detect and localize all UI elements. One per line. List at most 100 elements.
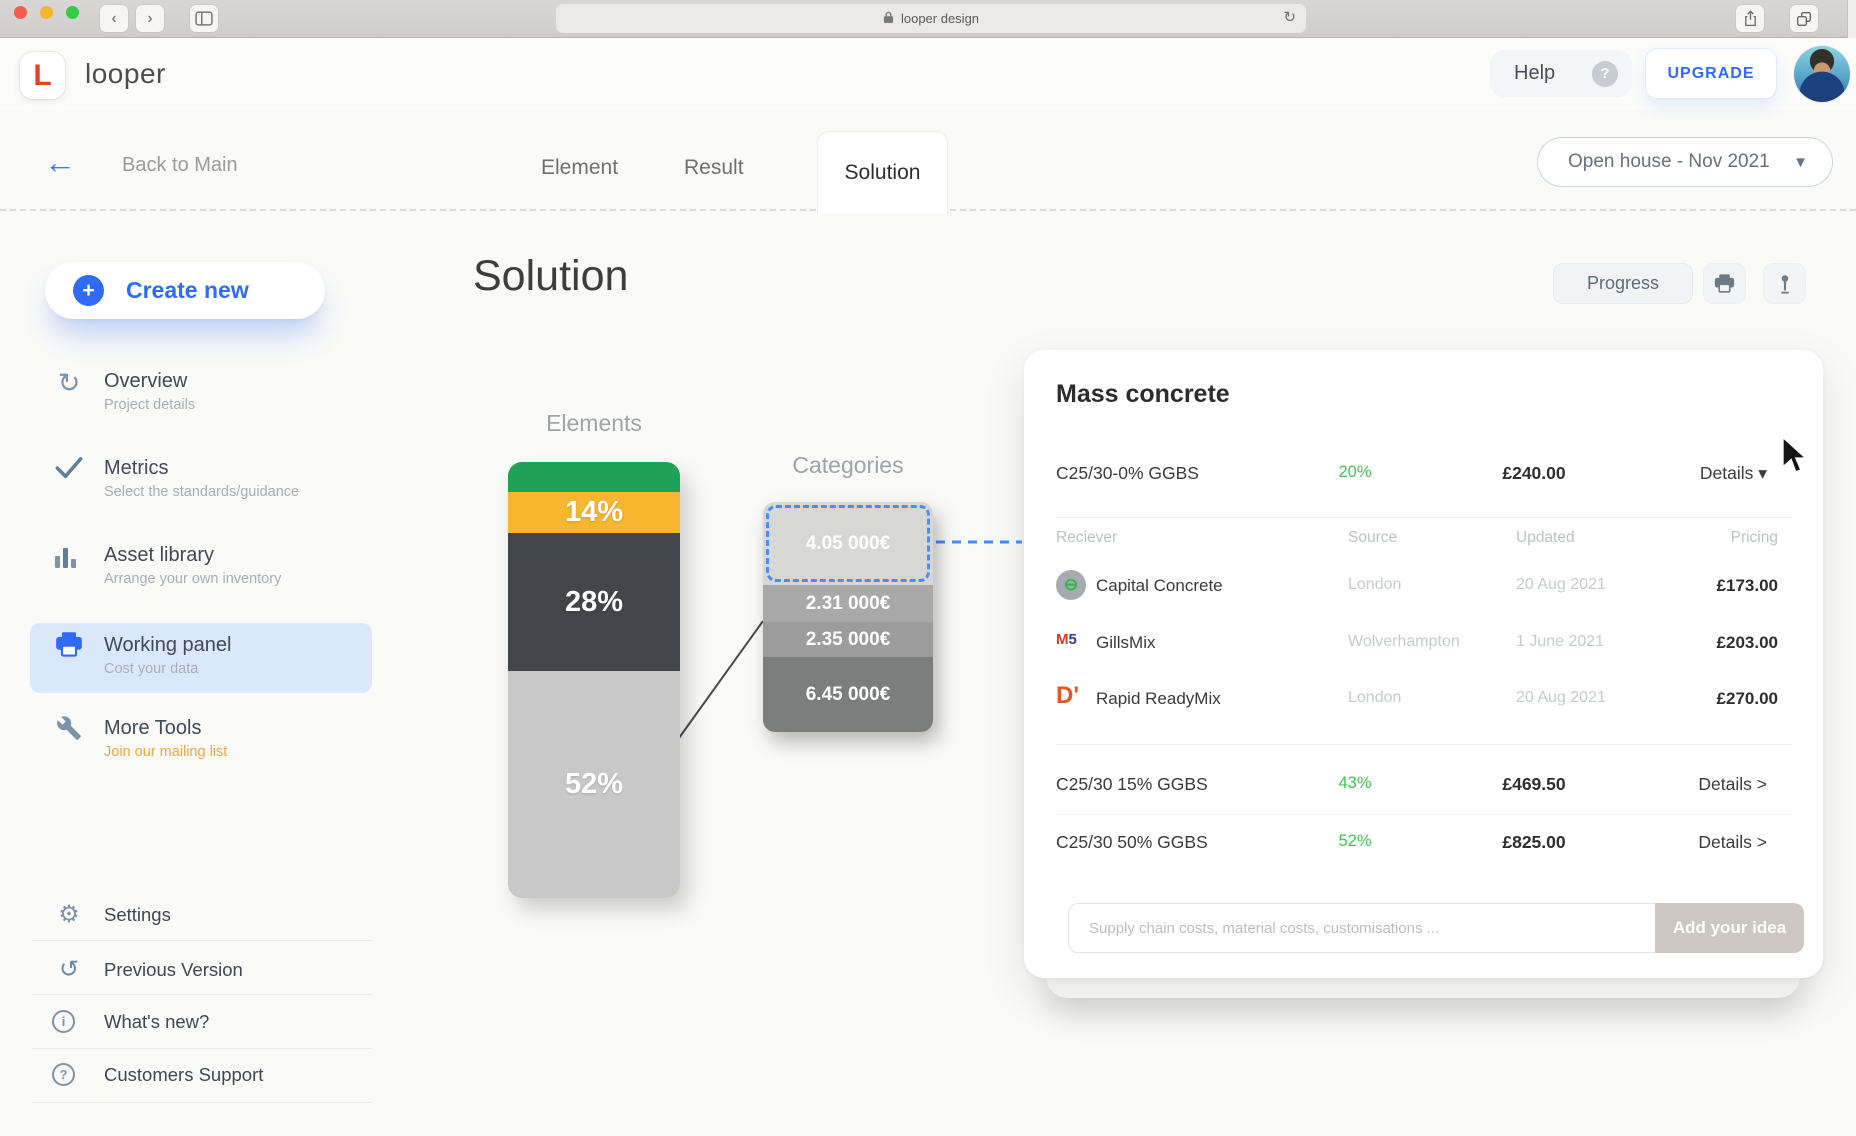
idea-input[interactable] — [1068, 903, 1655, 953]
mouse-cursor — [1780, 436, 1810, 476]
support-clock-icon: ? — [52, 1063, 86, 1086]
pin-icon[interactable] — [1763, 263, 1806, 304]
col-header-source: Source — [1348, 529, 1397, 547]
address-bar[interactable]: looper design ↻ — [556, 4, 1306, 33]
supplier-name[interactable]: GillsMix — [1096, 633, 1156, 653]
divider — [32, 1102, 372, 1103]
supplier-updated: 20 Aug 2021 — [1516, 576, 1606, 594]
upgrade-button[interactable]: UPGRADE — [1645, 48, 1777, 99]
segment[interactable]: 14% — [508, 492, 680, 533]
sidebar-item-more-tools[interactable]: More Tools Join our mailing list — [52, 715, 227, 760]
capital-concrete-logo: ⊖ — [1056, 570, 1086, 600]
divider — [1056, 744, 1791, 745]
browser-back-button[interactable]: ‹ — [100, 5, 128, 32]
segment-label: 28% — [565, 586, 623, 619]
browser-scrollbar[interactable] — [1847, 0, 1856, 38]
active-mix-price: £240.00 — [1462, 463, 1606, 484]
supplier-pricing: £203.00 — [1717, 633, 1778, 653]
active-mix-name: C25/30-0% GGBS — [1056, 463, 1199, 484]
mix-details-button[interactable]: Details > — [1698, 774, 1767, 795]
mix-details-button[interactable]: Details > — [1698, 832, 1767, 853]
sidebar-item-overview[interactable]: ↻ Overview Project details — [52, 368, 195, 413]
divider — [1056, 517, 1791, 518]
divider — [1056, 814, 1791, 815]
print-icon[interactable] — [1703, 263, 1746, 304]
col-header-pricing: Pricing — [1731, 529, 1778, 547]
segment[interactable]: 4.05 000€ — [763, 502, 933, 585]
close-window-button[interactable] — [14, 6, 27, 19]
col-header-updated: Updated — [1516, 529, 1575, 547]
supplier-source: London — [1348, 689, 1401, 707]
avatar[interactable] — [1794, 46, 1850, 102]
brand-name: looper — [85, 58, 166, 90]
back-arrow-icon[interactable]: ← — [44, 146, 76, 178]
info-circle-icon: i — [52, 1010, 86, 1033]
mix-price: £825.00 — [1462, 832, 1606, 853]
add-idea-button[interactable]: Add your idea — [1655, 903, 1804, 953]
app-header: L looper Help ? UPGRADE — [0, 38, 1856, 110]
segment-label: 4.05 000€ — [806, 533, 891, 555]
supplier-pricing: £270.00 — [1717, 689, 1778, 709]
progress-button[interactable]: Progress — [1553, 263, 1693, 304]
segment[interactable]: 6.45 000€ — [763, 657, 933, 732]
help-label: Help — [1514, 62, 1555, 85]
segment-label: 2.35 000€ — [806, 629, 891, 651]
sidebar-item-customers-support[interactable]: ? Customers Support — [52, 1063, 263, 1086]
back-to-main-link[interactable]: Back to Main — [122, 154, 238, 177]
sidebar-item-working-panel[interactable]: Working panel Cost your data — [52, 632, 231, 677]
segment[interactable] — [508, 462, 680, 492]
nav-row: ← Back to Main Element Result Solution O… — [0, 110, 1856, 211]
card-title: Mass concrete — [1056, 380, 1230, 409]
browser-forward-button[interactable]: › — [136, 5, 164, 32]
share-icon[interactable] — [1736, 5, 1764, 32]
elements-stacked-bar: 14% 28% 52% — [508, 462, 680, 898]
supplier-updated: 20 Aug 2021 — [1516, 689, 1606, 707]
mix-price: £469.50 — [1462, 774, 1606, 795]
minimize-window-button[interactable] — [40, 6, 53, 19]
refresh-icon: ↻ — [52, 368, 86, 398]
sidebar-toggle-icon[interactable] — [190, 5, 218, 32]
plus-icon: + — [73, 275, 104, 306]
reload-icon[interactable]: ↻ — [1283, 8, 1296, 26]
supplier-name[interactable]: Capital Concrete — [1096, 576, 1223, 596]
zoom-window-button[interactable] — [66, 6, 79, 19]
sidebar-item-whats-new[interactable]: i What's new? — [52, 1010, 209, 1033]
tab-solution[interactable]: Solution — [817, 131, 948, 213]
supplier-name[interactable]: Rapid ReadyMix — [1096, 689, 1221, 709]
rapid-readymix-logo: D' — [1056, 682, 1079, 710]
tabs-overview-icon[interactable] — [1790, 5, 1818, 32]
bar-chart-icon — [52, 542, 86, 568]
active-mix-details-button[interactable]: Details ▾ — [1700, 463, 1767, 484]
divider — [32, 940, 372, 941]
divider — [32, 1048, 372, 1049]
supplier-updated: 1 June 2021 — [1516, 633, 1604, 651]
elements-chart-title: Elements — [508, 410, 680, 437]
help-button[interactable]: Help ? — [1490, 50, 1632, 97]
wrench-icon — [52, 715, 86, 747]
segment[interactable]: 52% — [508, 671, 680, 898]
sidebar-item-previous-version[interactable]: ↺ Previous Version — [52, 955, 243, 985]
segment-label: 52% — [565, 768, 623, 801]
create-new-button[interactable]: + Create new — [45, 262, 325, 319]
lock-icon — [883, 10, 894, 27]
printer-icon — [52, 632, 86, 663]
tab-element[interactable]: Element — [541, 156, 618, 180]
sidebar-item-asset-library[interactable]: Asset library Arrange your own inventory — [52, 542, 281, 587]
supplier-source: Wolverhampton — [1348, 633, 1460, 651]
looper-logo[interactable]: L — [20, 52, 65, 99]
project-dropdown[interactable]: Open house - Nov 2021 ▼ — [1537, 137, 1833, 187]
mass-concrete-card: Mass concrete C25/30-0% GGBS 20% £240.00… — [1024, 350, 1823, 978]
history-icon: ↺ — [52, 955, 86, 985]
segment-label: 2.31 000€ — [806, 593, 891, 615]
gear-icon: ⚙ — [52, 900, 86, 930]
segment[interactable]: 28% — [508, 533, 680, 671]
sidebar-item-metrics[interactable]: Metrics Select the standards/guidance — [52, 455, 299, 500]
divider — [32, 994, 372, 995]
tab-result[interactable]: Result — [684, 156, 744, 180]
segment[interactable]: 2.31 000€ — [763, 585, 933, 622]
supplier-source: London — [1348, 576, 1401, 594]
segment-label: 6.45 000€ — [806, 684, 891, 706]
sidebar-item-settings[interactable]: ⚙ Settings — [52, 900, 171, 930]
mix-pct: 43% — [1320, 774, 1390, 793]
segment[interactable]: 2.35 000€ — [763, 622, 933, 657]
